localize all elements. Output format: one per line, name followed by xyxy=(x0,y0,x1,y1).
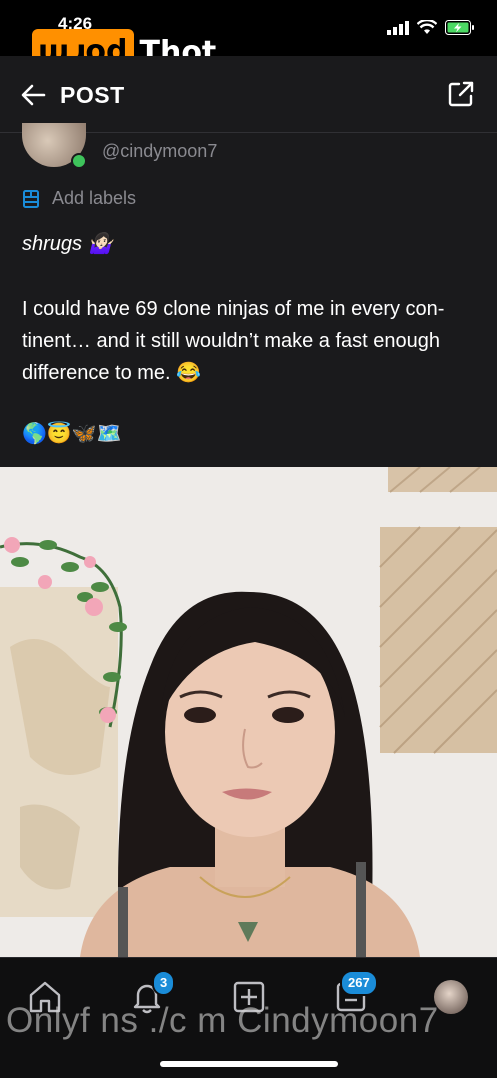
post-emojis: 🌎😇🦋🗺️ xyxy=(22,423,122,445)
add-labels-button[interactable]: Add labels xyxy=(22,188,136,209)
messages-badge: 267 xyxy=(340,970,378,996)
arrow-left-icon[interactable] xyxy=(20,82,46,108)
status-icons xyxy=(387,20,475,35)
post-photo[interactable] xyxy=(0,467,497,957)
top-bar: POST xyxy=(0,56,497,133)
post-italic-line: shrugs 🤷🏻‍♀️ xyxy=(22,233,113,255)
signal-icon xyxy=(387,20,409,35)
battery-charging-icon xyxy=(445,20,474,35)
profile-avatar[interactable] xyxy=(434,980,468,1014)
online-status-dot xyxy=(71,153,87,169)
label-icon xyxy=(23,189,39,208)
post-card: @cindymoon7 Add labels shrugs 🤷🏻‍♀️ I co… xyxy=(0,123,497,467)
add-labels-text: Add labels xyxy=(52,188,137,208)
share-icon[interactable] xyxy=(447,80,475,108)
photo-image xyxy=(0,467,497,957)
overlay-watermark: Onlyf ns ./c m Cindymoon7 xyxy=(6,1001,439,1040)
wifi-icon xyxy=(417,20,437,34)
author-username[interactable]: @cindymoon7 xyxy=(102,141,217,162)
home-indicator xyxy=(160,1061,338,1067)
page-title: POST xyxy=(60,82,125,108)
bottom-navigation: 3 267 Onlyf ns ./c m Cindymoon7 xyxy=(0,957,497,1078)
notifications-badge: 3 xyxy=(152,970,176,996)
post-body: I could have 69 clone ninjas of me in ev… xyxy=(22,298,445,384)
